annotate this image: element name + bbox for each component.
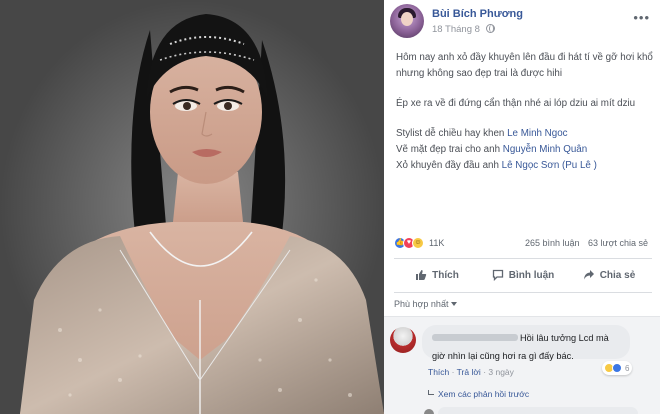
like-label: Thích	[432, 269, 459, 281]
view-previous-replies[interactable]: Xem các phản hồi trước	[428, 389, 529, 399]
post-paragraph: Hôm nay anh xỏ đầy khuyên lên đầu đi hát…	[396, 52, 653, 79]
reply-avatar[interactable]	[424, 409, 434, 414]
commenter-avatar[interactable]	[390, 327, 416, 353]
share-icon	[583, 270, 594, 280]
thumbs-up-icon	[416, 270, 427, 280]
reply-arrow-icon	[428, 390, 434, 395]
reply-bubble-partial	[438, 407, 638, 414]
credit-text: Stylist dễ chiều hay khen	[396, 128, 508, 139]
comment-count[interactable]: 265 bình luận	[525, 238, 580, 248]
comment-like-link[interactable]: Thích	[428, 367, 449, 377]
commenter-name-redacted	[432, 334, 518, 341]
credit-suffix: )	[590, 160, 597, 171]
post-stats: 👍 ♥ ☺ 11K 265 bình luận 63 lượt chia sẻ	[394, 236, 652, 252]
comment-actions: Thích · Trả lời · 3 ngày	[428, 367, 514, 377]
tagged-person-link[interactable]: Le Minh Ngoc	[507, 128, 567, 139]
comment-time[interactable]: 3 ngày	[488, 367, 514, 377]
post-panel: Bùi Bích Phương 18 Tháng 8 ••• Hôm nay a…	[384, 0, 660, 414]
caret-down-icon	[451, 302, 458, 306]
share-button[interactable]: Chia sẻ	[566, 262, 652, 288]
post-actions: Thích Bình luận Chia sẻ	[394, 262, 652, 288]
credit-text: Xỏ khuyên đầy đầu anh	[396, 160, 502, 171]
reaction-count[interactable]: 11K	[429, 238, 444, 248]
globe-icon	[485, 24, 495, 33]
comment-icon	[492, 269, 503, 281]
share-count[interactable]: 63 lượt chia sẻ	[588, 238, 648, 248]
more-options-icon[interactable]: •••	[633, 10, 650, 25]
credit-line: Vẽ mặt đẹp trai cho anh Nguyễn Minh Quân	[396, 142, 654, 158]
comment-bubble: Hồi lâu tưởng Lcd mà giờ nhìn lại cũng h…	[422, 325, 630, 361]
share-label: Chia sẻ	[599, 269, 636, 281]
author-avatar[interactable]	[390, 4, 424, 38]
avatar-face	[401, 12, 413, 26]
comment-reactions[interactable]: 6	[602, 361, 633, 375]
post-text: Hôm nay anh xỏ đầy khuyên lên đầu đi hát…	[396, 50, 654, 174]
like-button[interactable]: Thích	[394, 262, 480, 288]
stats-right: 265 bình luận 63 lượt chia sẻ	[519, 238, 648, 248]
tagged-person-link[interactable]: Nguyễn Minh Quân	[503, 144, 587, 155]
post-header: Bùi Bích Phương 18 Tháng 8 •••	[384, 0, 660, 44]
post-meta: 18 Tháng 8	[432, 24, 495, 35]
divider	[394, 258, 652, 259]
post-timestamp[interactable]: 18 Tháng 8	[432, 24, 480, 35]
comment-label: Bình luận	[508, 269, 555, 281]
post-paragraph: Ép xe ra về đi đứng cẩn thận nhé ai lóp …	[396, 98, 636, 109]
divider	[394, 292, 652, 293]
credit-text: Vẽ mặt đẹp trai cho anh	[396, 144, 503, 155]
haha-reaction-icon[interactable]: ☺	[412, 237, 424, 249]
comment-reaction-count: 6	[625, 363, 630, 373]
comments-section: Hồi lâu tưởng Lcd mà giờ nhìn lại cũng h…	[384, 316, 660, 414]
author-name[interactable]: Bùi Bích Phương	[432, 8, 523, 20]
post-credits: Stylist dễ chiều hay khen Le Minh Ngoc V…	[396, 126, 654, 174]
comment-reply-link[interactable]: Trả lời	[457, 367, 481, 377]
sort-label: Phù hợp nhất	[394, 299, 449, 309]
comment-sort-dropdown[interactable]: Phù hợp nhất	[394, 299, 458, 309]
credit-line: Xỏ khuyên đầy đầu anh Lê Ngọc Sơn (Pu Lê…	[396, 158, 654, 174]
post-photo	[0, 0, 384, 414]
tagged-person-link[interactable]: Lê Ngọc Sơn (Pu Lê	[502, 160, 591, 171]
comment-button[interactable]: Bình luận	[480, 262, 566, 288]
like-reaction-icon	[612, 363, 622, 373]
photo-viewer[interactable]	[0, 0, 384, 414]
view-replies-label: Xem các phản hồi trước	[438, 389, 530, 399]
credit-line: Stylist dễ chiều hay khen Le Minh Ngoc	[396, 126, 654, 142]
